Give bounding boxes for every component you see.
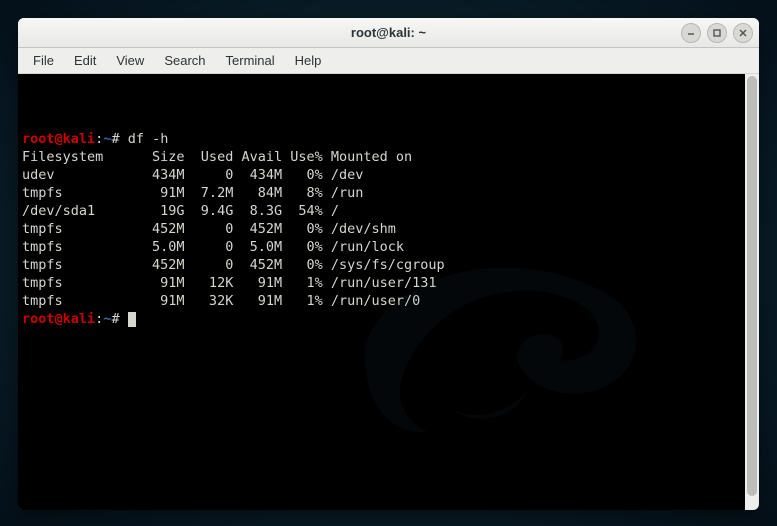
window-controls <box>681 23 753 43</box>
maximize-icon <box>712 28 722 38</box>
menu-file[interactable]: File <box>24 50 63 71</box>
scrollbar-thumb[interactable] <box>747 76 757 496</box>
close-button[interactable] <box>733 23 753 43</box>
menu-view[interactable]: View <box>107 50 153 71</box>
window-title: root@kali: ~ <box>351 25 426 40</box>
terminal-window: root@kali: ~ File Edit View Search Termi… <box>18 18 759 510</box>
titlebar: root@kali: ~ <box>18 18 759 48</box>
menu-edit[interactable]: Edit <box>65 50 105 71</box>
minimize-icon <box>686 28 696 38</box>
maximize-button[interactable] <box>707 23 727 43</box>
terminal-content: root@kali:~# df -hFilesystem Size Used A… <box>22 130 741 328</box>
scrollbar[interactable] <box>745 74 759 510</box>
menu-search[interactable]: Search <box>155 50 214 71</box>
close-icon <box>738 28 748 38</box>
minimize-button[interactable] <box>681 23 701 43</box>
menu-terminal[interactable]: Terminal <box>217 50 284 71</box>
terminal-area-wrap: root@kali:~# df -hFilesystem Size Used A… <box>18 74 759 510</box>
menubar: File Edit View Search Terminal Help <box>18 48 759 74</box>
terminal-area[interactable]: root@kali:~# df -hFilesystem Size Used A… <box>18 74 745 510</box>
menu-help[interactable]: Help <box>286 50 331 71</box>
